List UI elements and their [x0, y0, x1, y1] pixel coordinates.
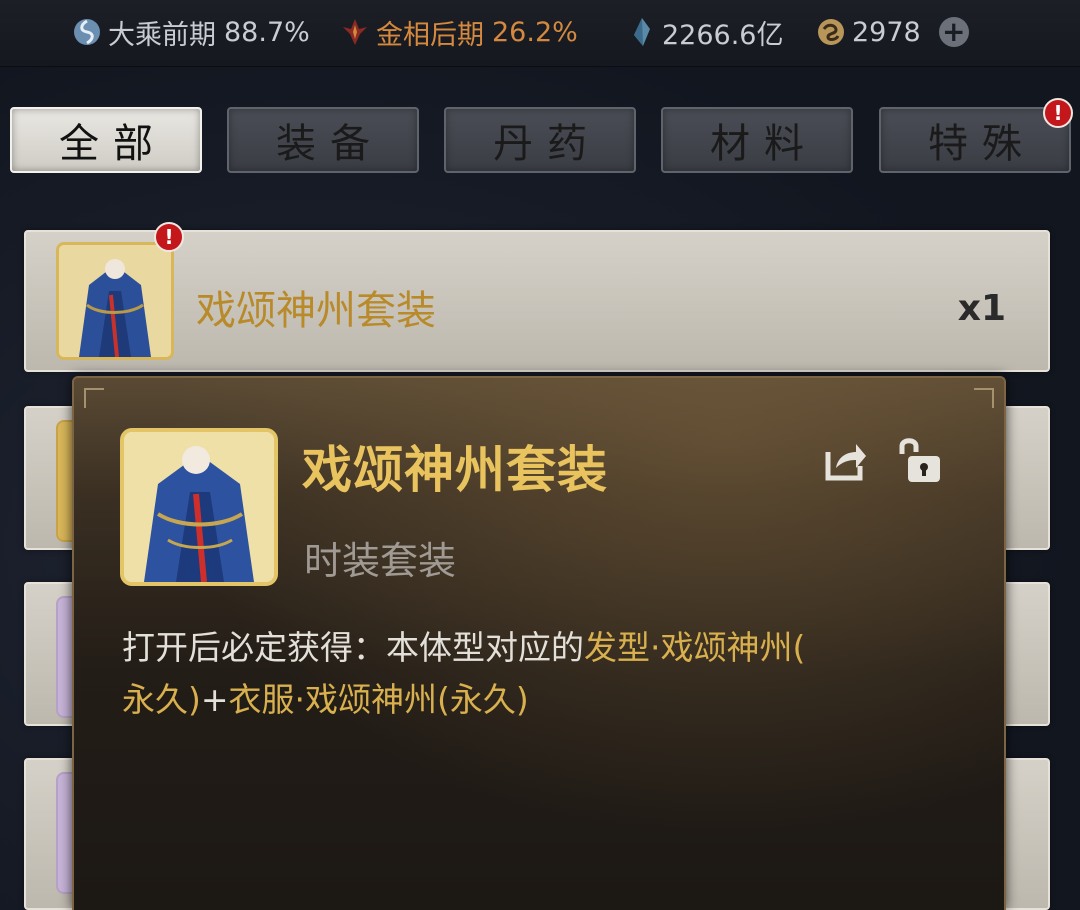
frame-corner — [84, 388, 104, 408]
share-icon[interactable] — [824, 438, 868, 482]
resource-bar: 大乘前期 88.7% 金相后期 26.2% 2266.6亿 2978 + — [0, 0, 1080, 67]
unlock-icon[interactable] — [896, 436, 944, 484]
description-prefix: 打开后必定获得：本体型对应的 — [122, 628, 584, 667]
spirit-stones: 2266.6亿 — [626, 12, 783, 52]
inventory-item[interactable]: 戏颂神州套装 x1 — [24, 230, 1050, 372]
tab-pills[interactable]: 丹药 — [444, 107, 636, 173]
frame-corner — [974, 388, 994, 408]
item-detail-popup: 戏颂神州套装 时装套装 打开后必定获得：本体型对应的发型·戏颂神州( 永久)+衣… — [72, 376, 1006, 910]
tab-special-alert-badge: ! — [1043, 98, 1073, 128]
hairstyle-reward: 发型·戏颂神州( — [584, 628, 806, 667]
popup-subtitle: 时装套装 — [304, 539, 457, 583]
tab-equipment[interactable]: 装备 — [227, 107, 419, 173]
realm-label: 大乘前期 — [108, 19, 216, 51]
tab-special[interactable]: 特殊 — [879, 107, 1071, 173]
item-quantity: x1 — [957, 288, 1006, 329]
outfit-reward: 衣服·戏颂神州(永久) — [228, 680, 529, 719]
spirit-stones-value: 2266.6亿 — [662, 19, 784, 51]
popup-description: 打开后必定获得：本体型对应的发型·戏颂神州( 永久)+衣服·戏颂神州(永久) — [122, 622, 982, 726]
spirit-crystal-icon — [634, 18, 650, 46]
body-realm-progress: 金相后期 26.2% — [340, 12, 578, 52]
tab-all[interactable]: 全部 — [10, 107, 202, 173]
realm-progress: 大乘前期 88.7% — [72, 12, 310, 52]
body-realm-value: 26.2% — [492, 16, 578, 48]
realm-swirl-icon — [74, 19, 100, 45]
flame-sigil-icon — [343, 19, 367, 45]
costume-thumbnail — [56, 242, 174, 360]
jade-value: 2978 — [852, 16, 921, 48]
item-alert-badge: ! — [154, 222, 184, 252]
plus-icon[interactable]: + — [938, 17, 969, 47]
tab-materials[interactable]: 材料 — [661, 107, 853, 173]
item-name: 戏颂神州套装 — [196, 288, 436, 334]
popup-title: 戏颂神州套装 — [302, 441, 608, 499]
body-realm-label: 金相后期 — [376, 19, 484, 51]
realm-value: 88.7% — [224, 16, 310, 48]
jade-currency: 2978 + — [816, 12, 969, 52]
costume-portrait — [120, 428, 278, 586]
description-plus: + — [200, 680, 229, 719]
description-line-2: 永久)+衣服·戏颂神州(永久) — [122, 674, 982, 726]
hairstyle-reward-duration: 永久) — [122, 680, 201, 719]
jade-coin-icon — [818, 19, 844, 45]
description-line-1: 打开后必定获得：本体型对应的发型·戏颂神州( — [122, 622, 982, 674]
